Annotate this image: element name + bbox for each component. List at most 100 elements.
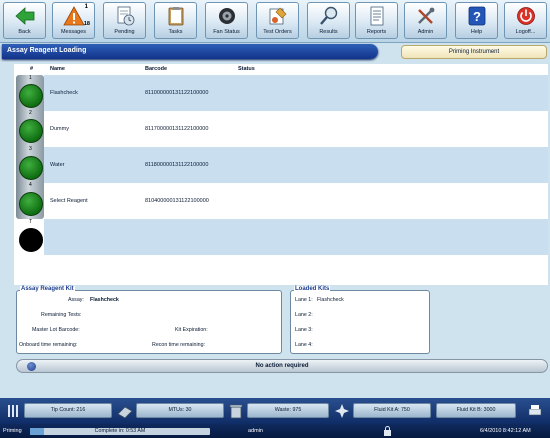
lane-3-label: Lane 3: [295, 327, 313, 333]
lane-4-label: Lane 4: [295, 342, 313, 348]
progress-text: Complete in: 0:53 AM [94, 428, 146, 434]
master-lot-barcode-label: Master Lot Barcode: [32, 327, 80, 333]
admin-button[interactable]: Admin [404, 2, 447, 39]
priming-progress-bar: Complete in: 0:53 AM [30, 428, 210, 435]
fluid-kit-a-label: Fluid Kit A: 750 [374, 407, 410, 413]
results-button[interactable]: Results [307, 2, 350, 39]
waste-label: Waste: 975 [274, 407, 302, 413]
tip-count-label: Tip Count: 216 [50, 407, 86, 413]
column-header-barcode: Barcode [145, 66, 168, 72]
reagent-barcode: 811000000131122100000 [145, 90, 209, 96]
fluid-kit-b-indicator[interactable]: Fluid Kit B: 3000 [436, 403, 516, 418]
help-button[interactable]: ? Help [455, 2, 498, 39]
assay-value: Flashcheck [90, 297, 119, 303]
mtu-count-indicator[interactable]: MTUs: 30 [136, 403, 224, 418]
priming-instrument-button[interactable]: Priming Instrument [401, 45, 547, 59]
messages-count-badge: 1 [84, 4, 88, 10]
reagent-barcode: 810400000131122100000 [145, 198, 209, 204]
waste-indicator[interactable]: Waste: 975 [247, 403, 329, 418]
reagent-barcode: 811800000131122100000 [145, 162, 209, 168]
fluid-kit-b-label: Fluid Kit B: 3000 [456, 407, 496, 413]
reagent-name: Water [50, 162, 65, 168]
magnifier-icon [319, 6, 337, 25]
current-user: admin [248, 428, 263, 434]
clipboard-icon [168, 7, 183, 26]
system-footer: Priming Complete in: 0:53 AM admin 6/4/2… [0, 424, 550, 438]
messages-button[interactable]: 1 18 Messages [52, 2, 95, 39]
messages-secondary-count: 18 [83, 21, 90, 27]
slot-number: 1 [29, 75, 32, 81]
report-icon [370, 6, 383, 26]
date-time: 6/4/2010 8:42:12 AM [480, 428, 531, 434]
reagent-name: Flashcheck [50, 90, 78, 96]
help-button-label: Help [470, 29, 483, 35]
waste-bin-icon [229, 404, 243, 419]
pending-button[interactable]: Pending [103, 2, 146, 39]
fluid-kit-icon [335, 404, 349, 418]
kit-expiration-label: Kit Expiration: [175, 327, 208, 333]
back-button[interactable]: Back [3, 2, 46, 39]
table-row[interactable] [44, 255, 548, 285]
recon-time-label: Recon time remaining: [152, 342, 205, 348]
table-row[interactable]: Select Reagent 810400000131122100000 [44, 183, 548, 219]
reagent-slot-3[interactable] [19, 156, 43, 180]
slot-number: T [29, 219, 33, 225]
reagent-slot-1[interactable] [19, 84, 43, 108]
printer-icon[interactable] [527, 403, 543, 419]
back-arrow-icon [14, 7, 34, 25]
pending-document-icon [117, 6, 134, 26]
status-message-bar: No action required [16, 359, 548, 373]
back-button-label: Back [18, 29, 31, 35]
reagent-slot-2[interactable] [19, 119, 43, 143]
messages-button-label: Messages [60, 29, 87, 35]
page-header: Assay Reagent Loading [2, 44, 378, 59]
help-icon: ? [468, 6, 485, 26]
consumables-bar: Tip Count: 216 MTUs: 30 Waste: 975 Fluid… [0, 398, 550, 424]
assay-label: Assay: [68, 297, 84, 303]
slot-number: 4 [29, 182, 32, 188]
slot-number: 2 [29, 110, 32, 116]
lane-1-value: Flashcheck [317, 297, 344, 303]
tools-icon [417, 7, 434, 24]
logoff-button-label: Logoff... [515, 29, 536, 35]
logoff-button[interactable]: Logoff... [504, 2, 547, 39]
remaining-tests-label: Remaining Tests: [41, 312, 82, 318]
fluid-kit-a-indicator[interactable]: Fluid Kit A: 750 [353, 403, 431, 418]
lane-1-label: Lane 1: [295, 297, 313, 303]
reports-button[interactable]: Reports [355, 2, 398, 39]
status-message: No action required [255, 363, 309, 369]
power-icon [516, 7, 535, 25]
reagent-name: Dummy [50, 126, 69, 132]
page-title: Assay Reagent Loading [7, 47, 87, 54]
results-button-label: Results [319, 29, 338, 35]
reagent-slot-4[interactable] [19, 192, 43, 216]
reagent-name: Select Reagent [50, 198, 88, 204]
fan-status-button-label: Fan Status [213, 29, 240, 35]
tasks-button-label: Tasks [168, 29, 183, 35]
reagent-slot-empty[interactable] [19, 228, 43, 252]
tasks-button[interactable]: Tasks [154, 2, 197, 39]
table-row[interactable]: Water 811800000131122100000 [44, 147, 548, 183]
table-row[interactable]: Flashcheck 811000000131122100000 [44, 75, 548, 111]
test-orders-button[interactable]: Test Orders [256, 2, 299, 39]
column-header-status: Status [238, 66, 255, 72]
fan-status-button[interactable]: Fan Status [205, 2, 248, 39]
reports-button-label: Reports [366, 29, 387, 35]
fan-icon [218, 8, 235, 24]
tip-rack-icon [8, 405, 18, 417]
reagent-barcode: 811700000131122100000 [145, 126, 209, 132]
svg-text:?: ? [473, 9, 481, 24]
mtu-count-label: MTUs: 30 [168, 407, 192, 413]
system-mode: Priming [3, 428, 22, 434]
admin-button-label: Admin [417, 29, 434, 35]
top-toolbar: Back 1 18 Messages Pending Tasks Fan Sta… [0, 0, 550, 43]
slot-number: 3 [29, 146, 32, 152]
column-header-name: Name [50, 66, 65, 72]
test-orders-icon [269, 7, 286, 25]
table-row[interactable] [44, 219, 548, 255]
onboard-time-label: Onboard time remaining: [19, 342, 78, 348]
lock-icon [384, 426, 391, 436]
table-row[interactable]: Dummy 811700000131122100000 [44, 111, 548, 147]
tip-count-indicator[interactable]: Tip Count: 216 [24, 403, 112, 418]
warning-icon [62, 6, 85, 26]
